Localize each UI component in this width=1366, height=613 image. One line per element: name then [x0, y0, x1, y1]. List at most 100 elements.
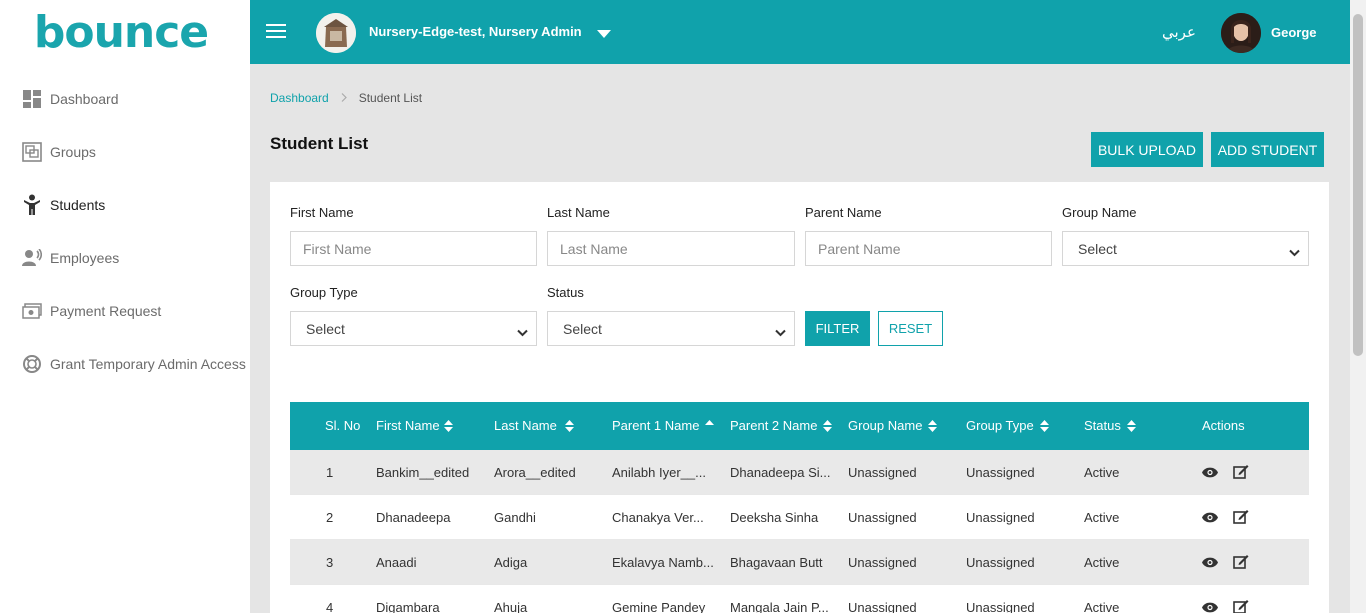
view-icon[interactable]	[1202, 511, 1218, 526]
column-header-first-name[interactable]: First Name	[376, 418, 453, 433]
column-header-label: Parent 1 Name	[612, 418, 700, 433]
sort-icon	[928, 419, 938, 432]
group-type-select[interactable]: Select	[290, 311, 537, 346]
cell-first-name: Dhanadeepa	[376, 510, 451, 525]
sidebar-item-students[interactable]: Students	[0, 178, 250, 231]
edit-icon[interactable]	[1233, 509, 1249, 527]
reset-button[interactable]: RESET	[878, 311, 943, 346]
cell-group-type: Unassigned	[966, 600, 1035, 613]
sidebar-item-label: Grant Temporary Admin Access	[50, 355, 246, 372]
student-icon	[22, 194, 42, 215]
scrollbar[interactable]	[1350, 0, 1366, 613]
menu-icon[interactable]	[266, 24, 286, 40]
column-header-last-name[interactable]: Last Name	[494, 418, 574, 433]
sidebar-item-dashboard[interactable]: Dashboard	[0, 72, 250, 125]
sort-icon	[443, 419, 453, 432]
column-header-label: First Name	[376, 418, 440, 433]
group-name-select[interactable]: Select	[1062, 231, 1309, 266]
edit-icon[interactable]	[1233, 554, 1249, 572]
column-header-label: Group Type	[966, 418, 1034, 433]
cell-parent2-name: Deeksha Sinha	[730, 510, 819, 525]
cell-group-type: Unassigned	[966, 510, 1035, 525]
sidebar-item-label: Employees	[50, 249, 120, 266]
chevron-right-icon	[341, 91, 347, 105]
scrollbar-thumb[interactable]	[1353, 14, 1363, 356]
sidebar-item-label: Dashboard	[50, 90, 119, 107]
view-icon[interactable]	[1202, 466, 1218, 481]
view-icon[interactable]	[1202, 556, 1218, 571]
org-avatar	[316, 13, 356, 53]
avatar[interactable]	[1221, 13, 1261, 53]
chevron-down-icon	[517, 324, 528, 340]
cell-parent2-name: Mangala Jain P...	[730, 600, 829, 613]
cell-group-type: Unassigned	[966, 465, 1035, 480]
cell-status: Active	[1084, 510, 1120, 525]
chevron-down-icon[interactable]	[597, 26, 611, 44]
first-name-label: First Name	[290, 205, 354, 220]
cell-sl-no: 4	[326, 600, 334, 613]
column-header-group-type[interactable]: Group Type	[966, 418, 1049, 433]
cell-group-name: Unassigned	[848, 510, 917, 525]
cell-sl-no: 1	[326, 465, 334, 480]
column-header-status[interactable]: Status	[1084, 418, 1136, 433]
group-type-label: Group Type	[290, 285, 358, 300]
column-header-label: Status	[1084, 418, 1121, 433]
sidebar-item-payment-request[interactable]: Payment Request	[0, 284, 250, 337]
cell-parent1-name: Ekalavya Namb...	[612, 555, 714, 570]
sidebar-item-groups[interactable]: Groups	[0, 125, 250, 178]
column-header-group-name[interactable]: Group Name	[848, 418, 938, 433]
cell-sl-no: 3	[326, 555, 334, 570]
sort-asc-icon	[705, 419, 715, 425]
parent-name-input[interactable]: Parent Name	[805, 231, 1052, 266]
add-student-button[interactable]: ADD STUDENT	[1211, 132, 1324, 167]
cell-first-name: Digambara	[376, 600, 440, 613]
cell-first-name: Bankim__edited	[376, 465, 470, 480]
group-type-select-value: Select	[306, 320, 345, 337]
column-header-actions: Actions	[1202, 418, 1245, 433]
first-name-input[interactable]: First Name	[290, 231, 537, 266]
sidebar-nav: Dashboard Groups Students Employees Paym…	[0, 72, 250, 390]
cell-group-type: Unassigned	[966, 555, 1035, 570]
language-switch[interactable]: عربي	[1162, 23, 1196, 41]
cell-group-name: Unassigned	[848, 555, 917, 570]
user-name[interactable]: George	[1271, 25, 1317, 40]
bulk-upload-button[interactable]: BULK UPLOAD	[1091, 132, 1203, 167]
cell-last-name: Adiga	[494, 555, 528, 570]
column-header-label: Parent 2 Name	[730, 418, 818, 433]
sort-icon	[564, 419, 574, 432]
cell-last-name: Gandhi	[494, 510, 536, 525]
status-label: Status	[547, 285, 584, 300]
parent-name-label: Parent Name	[805, 205, 882, 220]
table-row: 1 Bankim__edited Arora__edited Anilabh I…	[290, 450, 1309, 495]
view-icon[interactable]	[1202, 601, 1218, 613]
cell-last-name: Arora__edited	[494, 465, 576, 480]
column-header-parent1-name[interactable]: Parent 1 Name	[612, 418, 715, 433]
edit-icon[interactable]	[1233, 599, 1249, 613]
breadcrumb-dashboard[interactable]: Dashboard	[270, 91, 329, 105]
logo[interactable]: bounce	[0, 0, 250, 64]
student-table: Sl. No First Name Last Name Parent 1 Nam…	[290, 402, 1309, 613]
edit-icon[interactable]	[1233, 464, 1249, 482]
last-name-label: Last Name	[547, 205, 610, 220]
last-name-input[interactable]: Last Name	[547, 231, 795, 266]
column-header-label: Actions	[1202, 418, 1245, 433]
sidebar: bounce Dashboard Groups Students Employe…	[0, 0, 250, 613]
employees-icon	[22, 248, 42, 268]
column-header-parent2-name[interactable]: Parent 2 Name	[730, 418, 833, 433]
sidebar-item-grant-admin-access[interactable]: Grant Temporary Admin Access	[0, 337, 250, 390]
sidebar-item-label: Groups	[50, 143, 96, 160]
sort-icon	[823, 419, 833, 432]
sidebar-item-label: Payment Request	[50, 302, 162, 319]
cell-parent1-name: Chanakya Ver...	[612, 510, 704, 525]
groups-icon	[22, 141, 42, 162]
group-name-label: Group Name	[1062, 205, 1137, 220]
lifebuoy-icon	[22, 354, 42, 374]
cell-parent1-name: Gemine Pandey	[612, 600, 706, 613]
status-select[interactable]: Select	[547, 311, 795, 346]
cell-status: Active	[1084, 555, 1120, 570]
filter-button[interactable]: FILTER	[805, 311, 870, 346]
org-name[interactable]: Nursery-Edge-test, Nursery Admin	[369, 24, 582, 39]
sidebar-item-employees[interactable]: Employees	[0, 231, 250, 284]
cell-status: Active	[1084, 465, 1120, 480]
column-header-label: Group Name	[848, 418, 923, 433]
